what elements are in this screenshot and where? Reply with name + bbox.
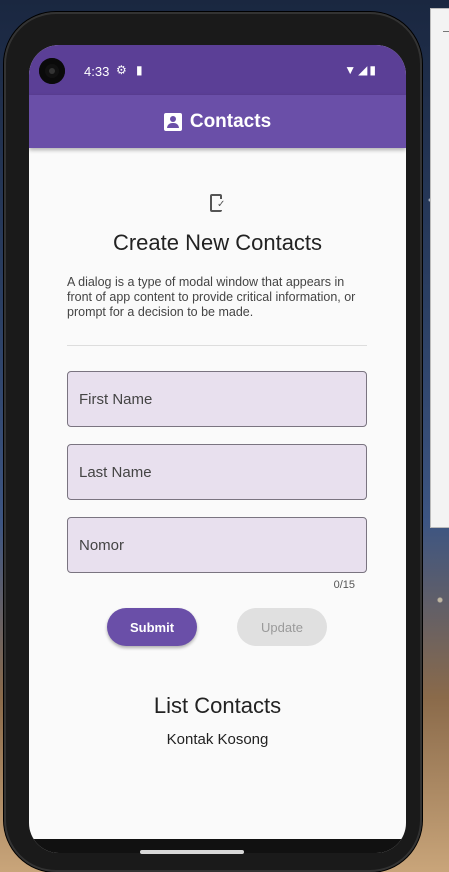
first-name-placeholder: First Name — [79, 390, 153, 408]
last-name-field[interactable]: Last Name — [67, 444, 367, 500]
system-icons: ▼◢▮ — [344, 63, 378, 77]
empty-list-text: Kontak Kosong — [166, 731, 269, 748]
signal-icon: ◢ — [358, 63, 370, 77]
home-gesture-bar[interactable] — [140, 850, 244, 854]
settings-status-icon: ⚙ — [116, 63, 127, 77]
app-title: Contacts — [189, 110, 272, 132]
sd-card-icon: ▮ — [136, 63, 143, 77]
main-content: Create New Contacts A dialog is a type o… — [29, 148, 406, 853]
phone-frame: 4:33 ⚙ ▮ ▼◢▮ Contacts Create New Contact… — [4, 12, 422, 872]
nomor-character-counter: 0/15 — [333, 579, 355, 591]
phone-screen: 4:33 ⚙ ▮ ▼◢▮ Contacts Create New Contact… — [29, 45, 406, 853]
create-heading: Create New Contacts — [112, 230, 323, 255]
background-window — [430, 8, 449, 528]
window-mark — [443, 31, 449, 32]
wifi-icon: ▼ — [344, 63, 359, 77]
camera-cutout — [39, 58, 65, 84]
submit-button[interactable]: Submit — [107, 608, 197, 646]
dialog-description: A dialog is a type of modal window that … — [67, 275, 356, 319]
contact-card-icon — [163, 112, 182, 131]
nomor-placeholder: Nomor — [79, 536, 125, 554]
last-name-placeholder: Last Name — [79, 463, 152, 481]
divider — [67, 345, 367, 346]
phone-check-icon — [210, 194, 226, 212]
nomor-field[interactable]: Nomor — [67, 517, 367, 573]
battery-icon: ▮ — [369, 63, 378, 77]
status-time: 4:33 — [84, 64, 110, 79]
update-button[interactable]: Update — [237, 608, 327, 646]
status-bar: 4:33 ⚙ ▮ ▼◢▮ — [29, 45, 406, 95]
list-heading: List Contacts — [153, 693, 282, 718]
first-name-field[interactable]: First Name — [67, 371, 367, 427]
app-bar: Contacts — [29, 95, 406, 148]
